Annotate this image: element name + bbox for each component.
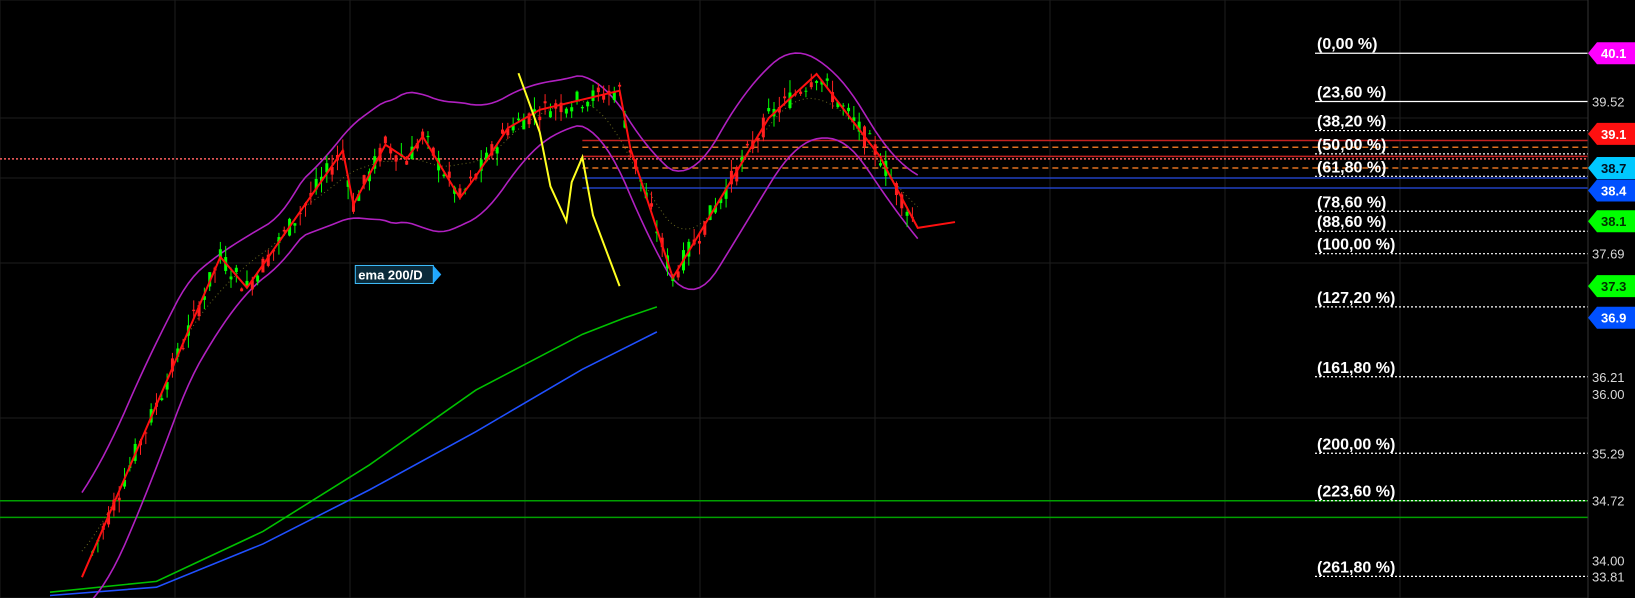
candle-body [229,276,233,280]
candle-body [516,118,520,121]
candle-body [783,96,787,99]
candle-body [495,147,499,154]
candle-body [256,275,260,282]
fib-level-label: (223,60 %) [1317,484,1395,501]
candle-body [160,398,164,401]
candle-body [181,348,185,350]
candle-body [586,101,590,107]
candle-body [405,160,409,165]
price-tick-label: 36.00 [1592,387,1625,402]
fib-level-label: (38,20 %) [1317,114,1386,131]
price-badge-label: 37.3 [1601,279,1626,294]
candle-body [602,95,606,100]
candle-body [192,309,196,312]
fib-level-label: (100,00 %) [1317,237,1395,254]
price-badge-label: 38.7 [1601,161,1626,176]
candle-body [596,87,600,93]
price-tick-label: 33.81 [1592,569,1625,584]
price-axis: 39.52 37.69 36.21 36.00 35.29 34.72 34.0033.81… [1587,0,1635,598]
price-tick-label: 34.72 [1592,494,1625,509]
candle-body [799,91,803,94]
candlestick-chart[interactable]: (0,00 %) (23,60 %) (38,20 %) (50,00 %) (61,8… [0,0,1635,598]
fib-level-label: (23,60 %) [1317,84,1386,101]
candle-body [905,211,909,216]
candle-body [383,136,387,144]
candle-body [293,223,297,226]
candle-body [538,116,542,121]
candle-body [575,91,579,101]
annotation-label: ema 200/D [358,267,422,282]
price-badge-label: 38.4 [1601,183,1627,198]
price-badge-label: 36.9 [1601,311,1626,326]
candle-body [548,111,552,118]
candle-body [522,119,526,130]
fib-level-label: (61,80 %) [1317,159,1386,176]
fib-level-label: (88,60 %) [1317,214,1386,231]
candle-body [809,82,813,88]
price-badge-label: 39.1 [1601,127,1626,142]
candle-body [580,106,584,109]
candle-body [815,81,819,83]
price-badge-label: 38.1 [1601,214,1626,229]
price-tick-label: 39.52 [1592,94,1625,109]
candle-body [469,176,473,179]
price-tick-label: 37.69 [1592,247,1625,262]
annotations: ema 200/D [354,264,442,284]
candle-body [612,92,616,101]
candle-body [697,241,701,244]
candle-body [394,155,398,162]
candle-body [847,107,851,112]
candle-body [767,108,771,112]
candle-body [543,101,547,104]
fib-level-label: (78,60 %) [1317,194,1386,211]
candle-body [745,143,749,146]
price-tick-label: 35.29 [1592,446,1625,461]
candle-body [650,203,654,207]
candle-body [825,78,829,81]
price-tick-label: 36.21 [1592,370,1625,385]
candle-body [564,108,568,114]
fib-level-label: (161,80 %) [1317,360,1395,377]
fib-level-label: (200,00 %) [1317,436,1395,453]
candle-body [240,288,244,292]
price-tick-label: 34.00 [1592,554,1625,569]
fib-level-label: (127,20 %) [1317,290,1395,307]
candle-body [570,107,574,112]
candle-body [426,135,430,138]
chart-root: (0,00 %) (23,60 %) (38,20 %) (50,00 %) (61,8… [0,0,1635,598]
fib-level-label: (0,00 %) [1317,36,1377,53]
fib-level-label: (261,80 %) [1317,559,1395,576]
candle-body [868,133,872,135]
candle-body [618,84,622,87]
price-badge-label: 40.1 [1601,46,1626,61]
candle-body [117,497,121,501]
candle-body [234,267,238,273]
candle-body [878,163,882,166]
candle-body [804,90,808,92]
candle-body [591,90,595,101]
fib-level-label: (50,00 %) [1317,137,1386,154]
